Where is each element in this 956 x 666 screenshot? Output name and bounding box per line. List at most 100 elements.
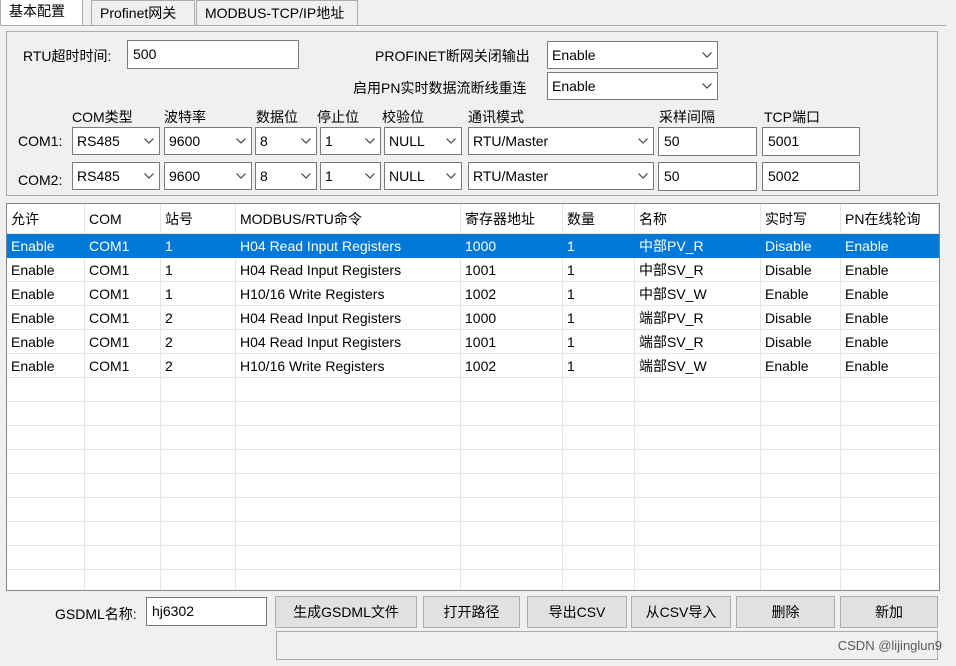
delete-button[interactable]: 删除 [736,596,835,628]
cell-count[interactable]: 1 [563,282,635,306]
cell-realtime-write[interactable]: Disable [761,330,841,354]
cell-station[interactable]: 2 [161,354,236,378]
com1-mode-select[interactable]: RTU/Master [468,127,654,155]
com1-interval-input[interactable]: 50 [658,127,757,156]
col-header-allow[interactable]: 允许 [7,204,85,234]
cell-pn-polling[interactable]: Enable [841,282,939,306]
col-header-count[interactable]: 数量 [563,204,635,234]
cell-name[interactable]: 端部PV_R [635,306,761,330]
cell-realtime-write[interactable]: Disable [761,306,841,330]
table-row[interactable]: Enable COM1 1 H10/16 Write Registers 1002 1 中部… [7,282,939,306]
cell-pn-polling[interactable]: Enable [841,234,939,258]
cell-register-address[interactable]: 1000 [461,234,563,258]
cell-count[interactable]: 1 [563,234,635,258]
cell-allow[interactable]: Enable [7,282,85,306]
cell-allow[interactable]: Enable [7,234,85,258]
table-row[interactable]: Enable COM1 2 H04 Read Input Registers 1000 1… [7,306,939,330]
cell-realtime-write[interactable]: Disable [761,258,841,282]
col-header-register-address[interactable]: 寄存器地址 [461,204,563,234]
cell-name[interactable]: 中部SV_W [635,282,761,306]
cell-count[interactable]: 1 [563,306,635,330]
cell-com[interactable]: COM1 [85,306,161,330]
cell-count[interactable]: 1 [563,258,635,282]
col-header-station[interactable]: 站号 [161,204,236,234]
cell-register-address[interactable]: 1002 [461,282,563,306]
generate-gsdml-button[interactable]: 生成GSDML文件 [275,596,417,628]
col-header-name[interactable]: 名称 [635,204,761,234]
com2-mode-select[interactable]: RTU/Master [468,162,654,190]
cell-realtime-write[interactable]: Enable [761,354,841,378]
cell-com[interactable]: COM1 [85,330,161,354]
cell-register-address[interactable]: 1001 [461,258,563,282]
cell-command[interactable]: H10/16 Write Registers [236,282,461,306]
cell-station[interactable]: 1 [161,234,236,258]
add-button[interactable]: 新加 [840,596,938,628]
pn-close-output-select[interactable]: Enable [547,41,718,69]
cell-com[interactable]: COM1 [85,282,161,306]
table-row[interactable]: Enable COM1 2 H10/16 Write Registers 1002 1 端部… [7,354,939,378]
com2-databits-select[interactable]: 8 [255,162,317,190]
com1-databits-select[interactable]: 8 [255,127,317,155]
com2-baud-select[interactable]: 9600 [164,162,252,190]
cell-name[interactable]: 端部SV_W [635,354,761,378]
com1-baud-select[interactable]: 9600 [164,127,252,155]
cell-name[interactable]: 端部SV_R [635,330,761,354]
cell-allow[interactable]: Enable [7,330,85,354]
cell-com[interactable]: COM1 [85,258,161,282]
cell-command[interactable]: H04 Read Input Registers [236,306,461,330]
com2-stopbits-select[interactable]: 1 [320,162,381,190]
cell-station[interactable]: 2 [161,306,236,330]
cell-register-address[interactable]: 1002 [461,354,563,378]
cell-allow[interactable]: Enable [7,354,85,378]
com2-interval-input[interactable]: 50 [658,162,757,191]
cell-pn-polling[interactable]: Enable [841,330,939,354]
cell-pn-polling[interactable]: Enable [841,258,939,282]
col-header-command[interactable]: MODBUS/RTU命令 [236,204,461,234]
cell-allow[interactable]: Enable [7,258,85,282]
cell-pn-polling[interactable]: Enable [841,306,939,330]
col-header-com[interactable]: COM [85,204,161,234]
register-table[interactable]: 允许 COM 站号 MODBUS/RTU命令 寄存器地址 数量 名称 实时写 PN在线轮询 Ena… [6,203,940,591]
pn-reconnect-select[interactable]: Enable [547,72,718,100]
cell-realtime-write[interactable]: Disable [761,234,841,258]
col-header-pn-polling[interactable]: PN在线轮询 [841,204,939,234]
tab-modbus-tcp-address[interactable]: MODBUS-TCP/IP地址 [196,0,358,25]
gsdml-name-input[interactable]: hj6302 [146,597,267,626]
cell-name[interactable]: 中部PV_R [635,234,761,258]
tab-basic-config[interactable]: 基本配置 [0,0,83,26]
cell-command[interactable]: H04 Read Input Registers [236,234,461,258]
table-row[interactable]: Enable COM1 2 H04 Read Input Registers 1001 1… [7,330,939,354]
cell-station[interactable]: 1 [161,282,236,306]
com1-tcp-port-input[interactable]: 5001 [762,127,860,156]
com1-parity-select[interactable]: NULL [384,127,462,155]
col-header-realtime-write[interactable]: 实时写 [761,204,841,234]
com1-type-select[interactable]: RS485 [72,127,160,155]
com2-tcp-port-input[interactable]: 5002 [762,162,860,191]
cell-com[interactable]: COM1 [85,354,161,378]
table-row[interactable]: Enable COM1 1 H04 Read Input Registers 1001 1… [7,258,939,282]
com2-type-select[interactable]: RS485 [72,162,160,190]
open-path-button[interactable]: 打开路径 [423,596,520,628]
header-baud: 波特率 [164,109,206,125]
tab-profinet-gateway[interactable]: Profinet网关 [91,0,195,25]
cell-allow[interactable]: Enable [7,306,85,330]
table-row[interactable]: Enable COM1 1 H04 Read Input Registers 1000 1… [7,234,939,258]
cell-register-address[interactable]: 1001 [461,330,563,354]
cell-realtime-write[interactable]: Enable [761,282,841,306]
cell-station[interactable]: 2 [161,330,236,354]
cell-name[interactable]: 中部SV_R [635,258,761,282]
cell-com[interactable]: COM1 [85,234,161,258]
rtu-timeout-input[interactable]: 500 [127,40,299,69]
cell-count[interactable]: 1 [563,330,635,354]
cell-command[interactable]: H04 Read Input Registers [236,330,461,354]
com2-parity-select[interactable]: NULL [384,162,462,190]
cell-command[interactable]: H10/16 Write Registers [236,354,461,378]
import-csv-button[interactable]: 从CSV导入 [631,596,731,628]
cell-count[interactable]: 1 [563,354,635,378]
export-csv-button[interactable]: 导出CSV [527,596,627,628]
cell-register-address[interactable]: 1000 [461,306,563,330]
cell-pn-polling[interactable]: Enable [841,354,939,378]
cell-station[interactable]: 1 [161,258,236,282]
cell-command[interactable]: H04 Read Input Registers [236,258,461,282]
com1-stopbits-select[interactable]: 1 [320,127,381,155]
